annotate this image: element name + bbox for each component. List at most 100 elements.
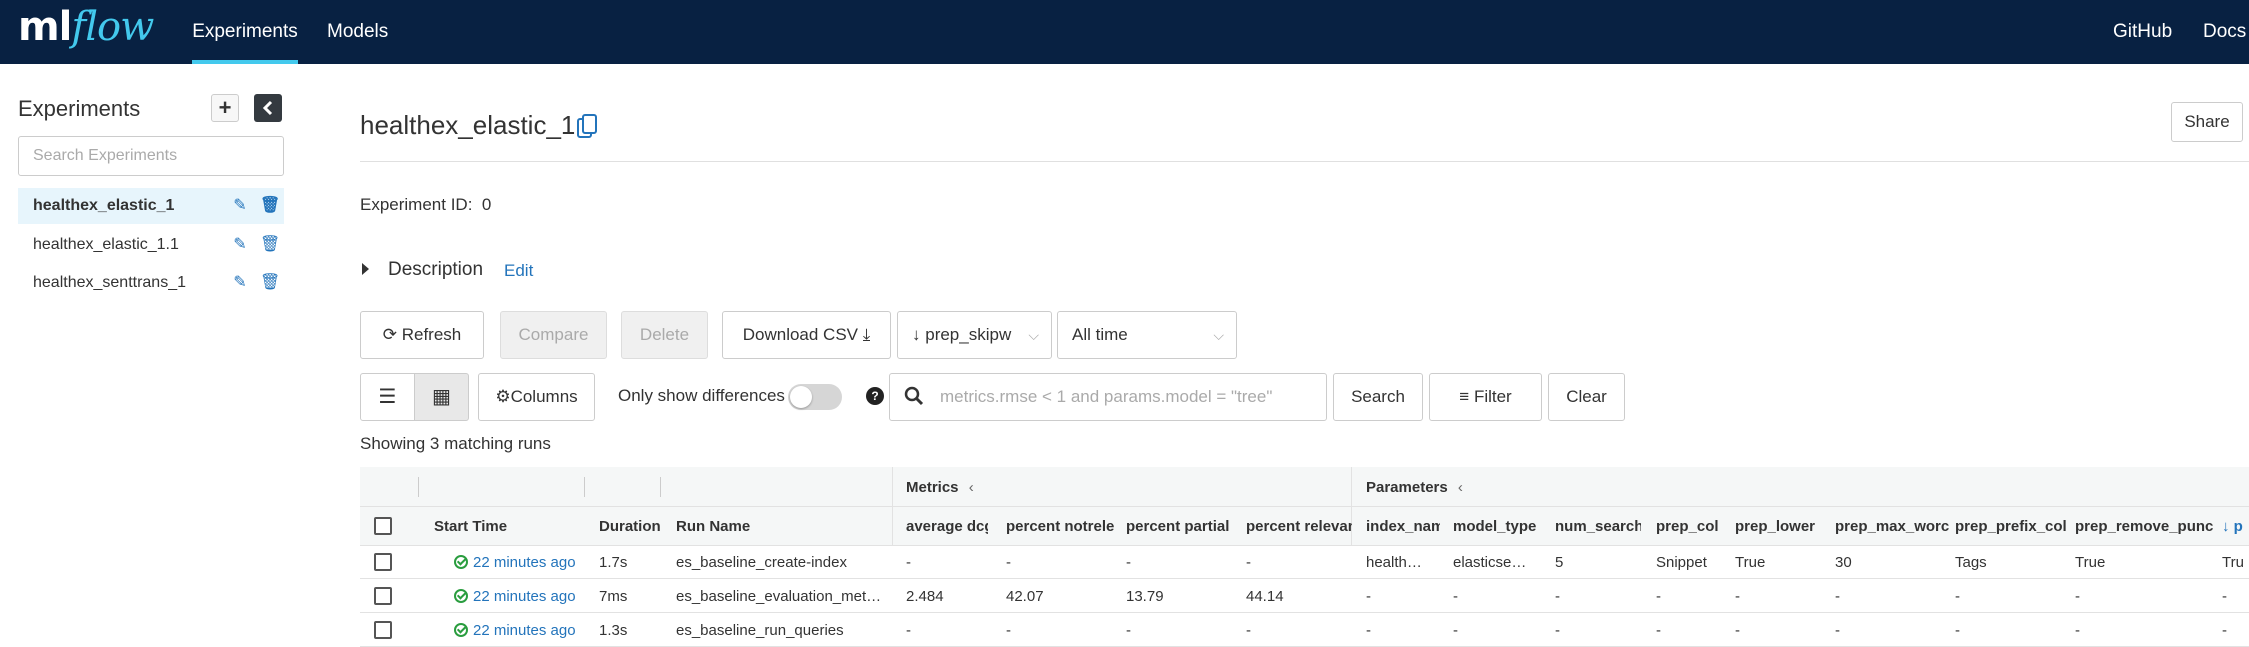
nav-tab-experiments[interactable]: Experiments [192, 0, 298, 64]
cell: health… [1366, 554, 1422, 571]
column-header-param[interactable]: prep_prefix_col [1955, 507, 2071, 546]
table-row[interactable]: 22 minutes ago 1.3s es_baseline_run_quer… [360, 614, 2249, 647]
trash-icon[interactable]: 🗑 [260, 188, 280, 224]
experiment-id-value: 0 [481, 195, 492, 214]
cell: 5 [1555, 554, 1564, 571]
only-differences-toggle[interactable] [788, 384, 842, 410]
experiment-id: Experiment ID: 0 [360, 195, 491, 215]
description-edit-link[interactable]: Edit [504, 261, 533, 281]
row-checkbox[interactable] [374, 553, 392, 571]
row-checkbox[interactable] [374, 621, 392, 639]
nav-link-github[interactable]: GitHub [2113, 0, 2172, 64]
column-header-metric[interactable]: percent partial [1126, 507, 1232, 546]
column-header-metric[interactable]: percent notrele [1006, 507, 1114, 546]
chevron-left-icon[interactable]: ‹ [969, 479, 974, 496]
row-checkbox[interactable] [374, 587, 392, 605]
add-experiment-button[interactable]: + [211, 94, 239, 122]
clear-button[interactable]: Clear [1548, 373, 1625, 421]
column-header-run-name[interactable]: Run Name [676, 507, 886, 546]
column-header-param[interactable]: model_type [1453, 507, 1543, 546]
refresh-label: Refresh [401, 325, 462, 344]
trash-icon[interactable]: 🗑 [260, 265, 280, 301]
filter-button[interactable]: ≡ Filter [1429, 373, 1542, 421]
mlflow-logo[interactable]: mlflow [18, 4, 154, 56]
header-divider [418, 477, 419, 497]
experiment-id-label: Experiment ID: [360, 195, 473, 214]
sidebar-item-experiment[interactable]: healthex_elastic_1 ✎ 🗑 [18, 188, 284, 224]
search-runs-box [889, 373, 1327, 421]
parameters-group-label[interactable]: Parameters ‹ [1366, 479, 1463, 496]
column-header-duration[interactable]: Duration [599, 507, 661, 546]
chevron-left-icon[interactable]: ‹ [1458, 479, 1463, 496]
column-header-metric[interactable]: percent relevan [1246, 507, 1352, 546]
refresh-icon: ⟳ [382, 325, 397, 344]
column-header-param[interactable]: prep_lower [1735, 507, 1825, 546]
share-button[interactable]: Share [2171, 102, 2243, 142]
experiment-label: healthex_elastic_1 [33, 197, 175, 214]
column-header-param[interactable]: num_search_ [1555, 507, 1641, 546]
trash-icon[interactable]: 🗑 [260, 227, 280, 263]
search-icon [904, 386, 924, 406]
table-row[interactable]: 22 minutes ago 7ms es_baseline_evaluatio… [360, 580, 2249, 613]
cell: - [1835, 622, 1840, 639]
cell: - [1835, 588, 1840, 605]
table-view-button[interactable]: ▦ [414, 373, 469, 421]
cell: True [1735, 554, 1766, 571]
list-icon: ☰ [378, 386, 397, 408]
edit-icon[interactable]: ✎ [230, 227, 250, 263]
columns-button[interactable]: ⚙Columns [478, 373, 595, 421]
cell: - [1656, 622, 1661, 639]
delete-button[interactable]: Delete [621, 311, 708, 359]
nav-link-docs[interactable]: Docs [2203, 0, 2246, 64]
column-header-start-time[interactable]: Start Time [434, 507, 584, 546]
cell: - [1246, 554, 1251, 571]
table-row[interactable]: 22 minutes ago 1.7s es_baseline_create-i… [360, 546, 2249, 579]
time-select[interactable]: All time ⌵ [1057, 311, 1237, 359]
cell: - [906, 622, 911, 639]
edit-icon[interactable]: ✎ [230, 265, 250, 301]
cell: - [1006, 622, 1011, 639]
refresh-button[interactable]: ⟳ Refresh [360, 311, 484, 359]
column-header-param[interactable]: index_nam [1366, 507, 1440, 546]
collapse-sidebar-button[interactable] [254, 94, 282, 122]
column-header-sorted[interactable]: ↓ p [2222, 507, 2249, 546]
column-header-param[interactable]: prep_remove_punct [2075, 507, 2213, 546]
metrics-group-label[interactable]: Metrics ‹ [906, 479, 974, 496]
help-icon[interactable]: ? [866, 387, 884, 405]
cell: - [1246, 622, 1251, 639]
column-header-param[interactable]: prep_max_worc [1835, 507, 1951, 546]
list-view-button[interactable]: ☰ [360, 373, 415, 421]
cell: True [2075, 554, 2106, 571]
copy-icon[interactable] [577, 114, 597, 140]
search-runs-input[interactable] [940, 384, 1310, 410]
column-header-param[interactable]: prep_col [1656, 507, 1722, 546]
cell: - [1126, 622, 1131, 639]
column-header-metric[interactable]: average dcg [906, 507, 988, 546]
cell: 1.7s [599, 554, 628, 571]
runs-table: Metrics ‹ Parameters ‹ Start Time Durati… [360, 467, 2249, 647]
search-button[interactable]: Search [1333, 373, 1423, 421]
sort-select[interactable]: ↓ prep_skipw ⌵ [897, 311, 1052, 359]
header-divider [660, 477, 661, 497]
download-csv-button[interactable]: Download CSV ⤓ [722, 311, 891, 359]
download-icon: ⤓ [862, 325, 871, 344]
sidebar-item-experiment[interactable]: healthex_senttrans_1 ✎ 🗑 [18, 265, 284, 301]
search-experiments-input[interactable] [18, 136, 284, 176]
description-toggle[interactable]: Description [388, 259, 483, 281]
run-name-link[interactable]: es_baseline_evaluation_met… [676, 580, 886, 613]
select-all-checkbox[interactable] [374, 517, 392, 535]
run-name-link[interactable]: es_baseline_create-index [676, 546, 886, 579]
nav-tab-models[interactable]: Models [327, 0, 388, 64]
start-time-link[interactable]: 22 minutes ago [454, 546, 584, 579]
run-name-link[interactable]: es_baseline_run_queries [676, 614, 886, 647]
cell: elasticse… [1453, 554, 1527, 571]
sidebar-item-experiment[interactable]: healthex_elastic_1.1 ✎ 🗑 [18, 227, 284, 263]
chevron-left-icon [262, 100, 273, 116]
compare-button[interactable]: Compare [500, 311, 607, 359]
cell: - [1555, 588, 1560, 605]
start-time-link[interactable]: 22 minutes ago [454, 614, 584, 647]
expand-caret-icon[interactable] [362, 263, 369, 275]
start-time-link[interactable]: 22 minutes ago [454, 580, 584, 613]
chevron-down-icon: ⌵ [1028, 327, 1039, 343]
edit-icon[interactable]: ✎ [230, 188, 250, 224]
